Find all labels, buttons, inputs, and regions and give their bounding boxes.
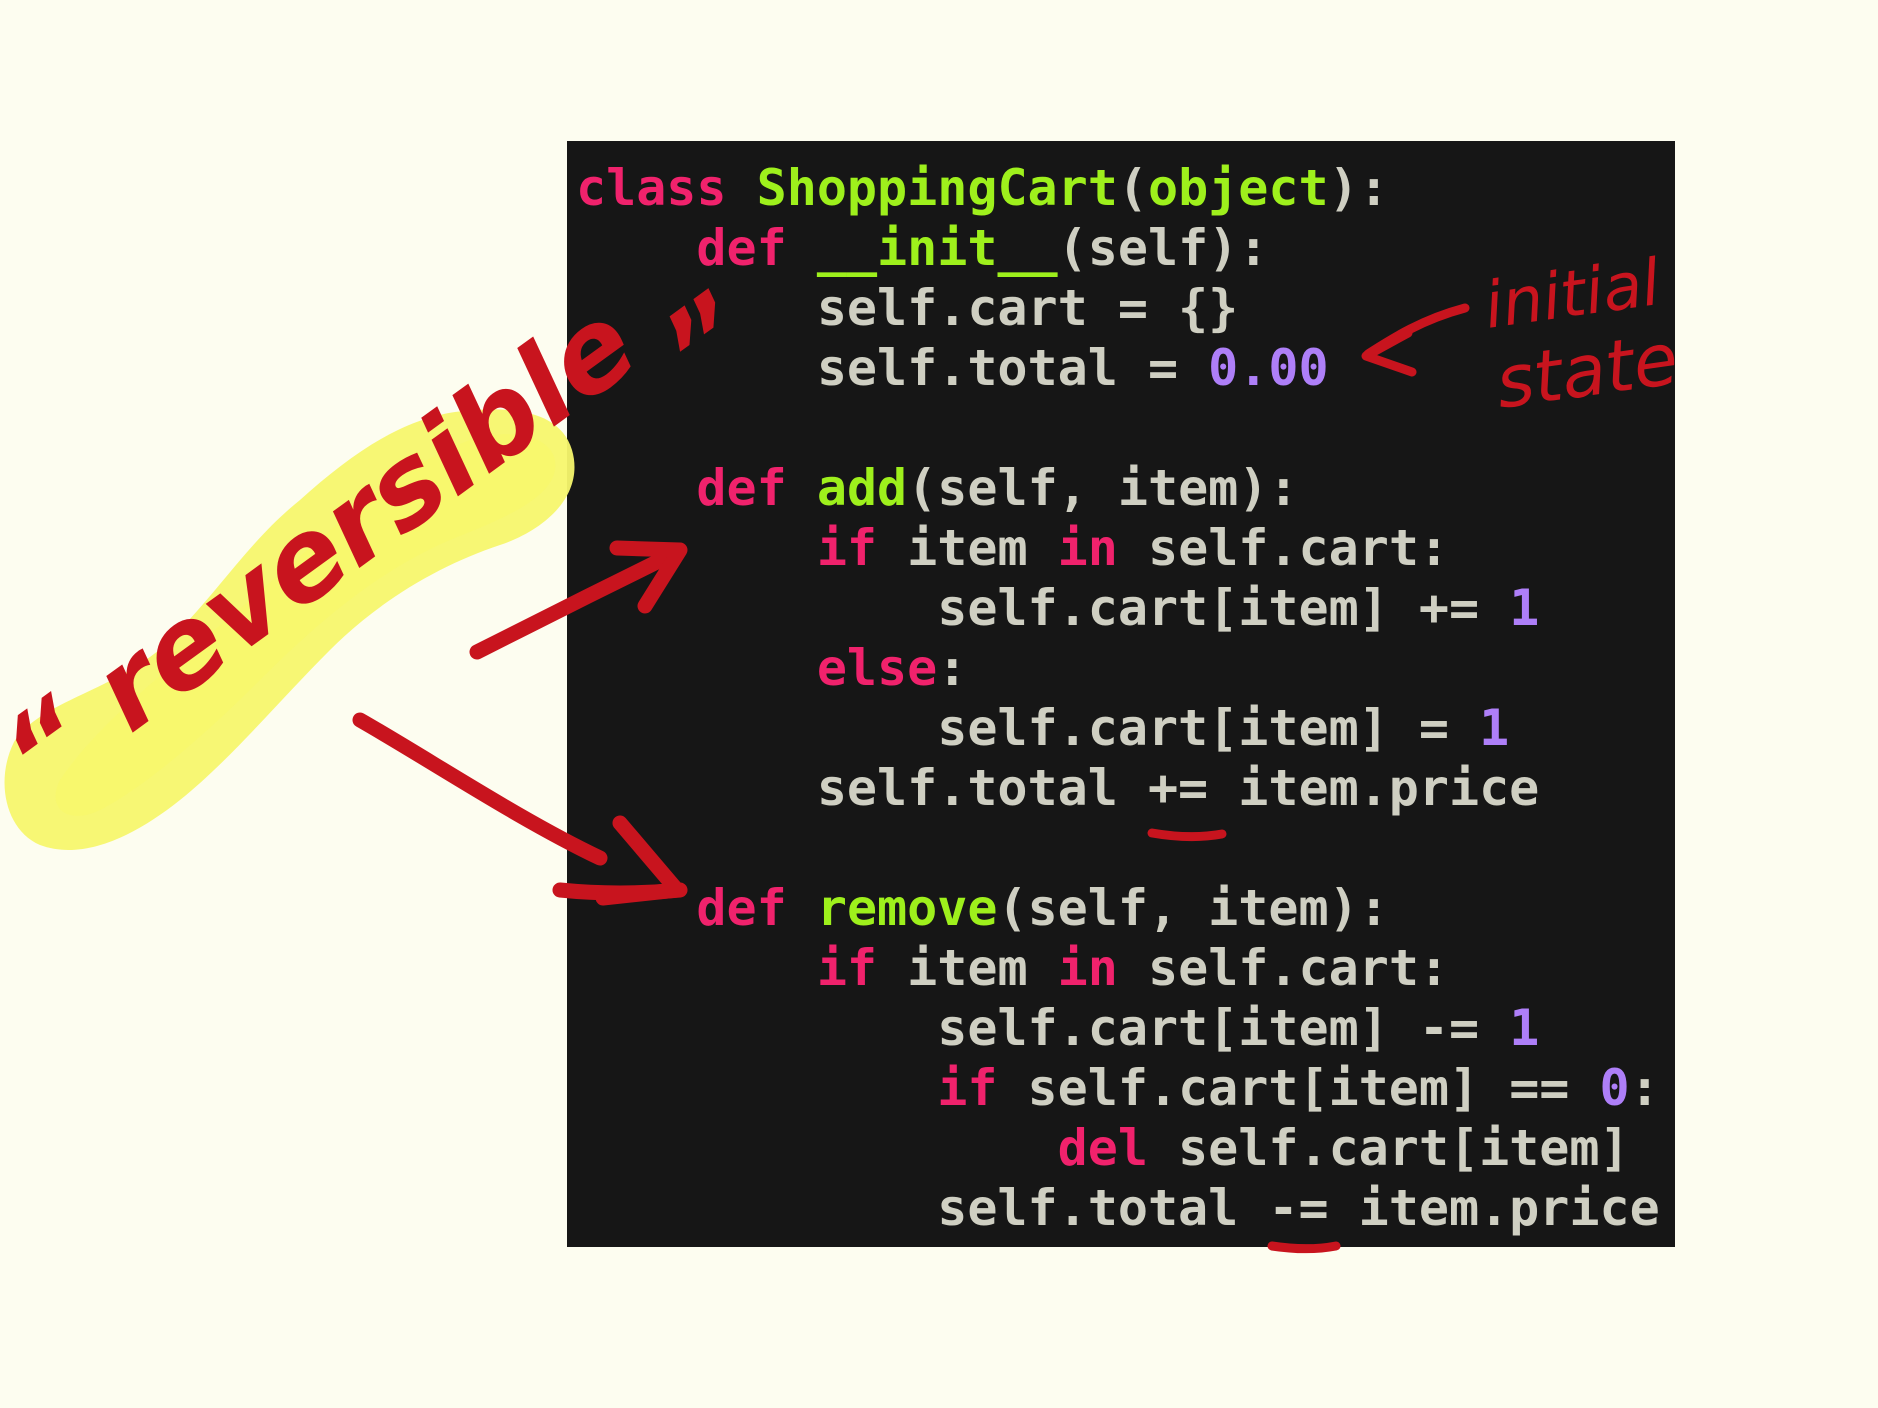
code-token: (self, item):	[997, 879, 1389, 937]
code-token: self.cart[item]	[1147, 1119, 1630, 1177]
code-token: item	[877, 939, 1058, 997]
code-token: ShoppingCart	[756, 159, 1118, 217]
code-token: (self, item):	[907, 459, 1299, 517]
code-line: self.cart[item] = 1	[576, 698, 1660, 758]
code-token: self.total -= item.price	[576, 1179, 1660, 1237]
code-line: self.total += item.price	[576, 758, 1660, 818]
code-token: self.cart[item] +=	[576, 579, 1510, 637]
code-token: (	[1117, 159, 1148, 217]
code-token: 0.00	[1208, 339, 1329, 397]
code-token: class	[576, 159, 727, 217]
code-token: ):	[1328, 159, 1389, 217]
code-token: self.cart:	[1117, 939, 1450, 997]
code-token: if	[816, 939, 878, 997]
code-line: def remove(self, item):	[576, 878, 1660, 938]
code-token: 0	[1599, 1059, 1630, 1117]
code-line: def __init__(self):	[576, 218, 1660, 278]
code-token: self.cart = {}	[576, 279, 1239, 337]
code-token: def	[696, 879, 787, 937]
code-token: 1	[1479, 699, 1510, 757]
code-token: else	[816, 639, 938, 697]
code-line: if self.cart[item] == 0:	[576, 1058, 1660, 1118]
code-token: self.cart[item] =	[576, 699, 1480, 757]
code-token: __init__	[816, 219, 1058, 277]
code-block: class ShoppingCart(object): def __init__…	[576, 158, 1660, 1238]
code-line: else:	[576, 638, 1660, 698]
code-token: :	[1629, 1059, 1660, 1117]
code-token: 1	[1509, 999, 1540, 1057]
code-token: if	[816, 519, 878, 577]
code-token: item	[877, 519, 1058, 577]
code-token: self.cart:	[1117, 519, 1450, 577]
code-line: self.cart[item] += 1	[576, 578, 1660, 638]
code-token: self.total =	[576, 339, 1209, 397]
code-line: self.total = 0.00	[576, 338, 1660, 398]
code-token: self.cart[item] ==	[997, 1059, 1600, 1117]
code-token: 1	[1509, 579, 1540, 637]
highlighter-mark	[4, 409, 575, 850]
code-token: self.cart[item] -=	[576, 999, 1510, 1057]
code-line: def add(self, item):	[576, 458, 1660, 518]
code-token: in	[1057, 939, 1118, 997]
code-token: object	[1147, 159, 1329, 217]
code-line: class ShoppingCart(object):	[576, 158, 1660, 218]
code-line: del self.cart[item]	[576, 1118, 1660, 1178]
code-token: in	[1057, 519, 1118, 577]
code-line: self.cart = {}	[576, 278, 1660, 338]
code-line: self.cart[item] -= 1	[576, 998, 1660, 1058]
code-token: (self):	[1057, 219, 1269, 277]
code-line: if item in self.cart:	[576, 518, 1660, 578]
code-token: def	[696, 459, 787, 517]
code-token: remove	[816, 879, 998, 937]
code-token: if	[937, 1059, 998, 1117]
code-line: self.total -= item.price	[576, 1178, 1660, 1238]
code-token: def	[696, 219, 787, 277]
code-line: if item in self.cart:	[576, 938, 1660, 998]
code-token: del	[1057, 1119, 1148, 1177]
code-token: :	[937, 639, 968, 697]
code-token: self.total += item.price	[576, 759, 1540, 817]
code-token: add	[816, 459, 908, 517]
